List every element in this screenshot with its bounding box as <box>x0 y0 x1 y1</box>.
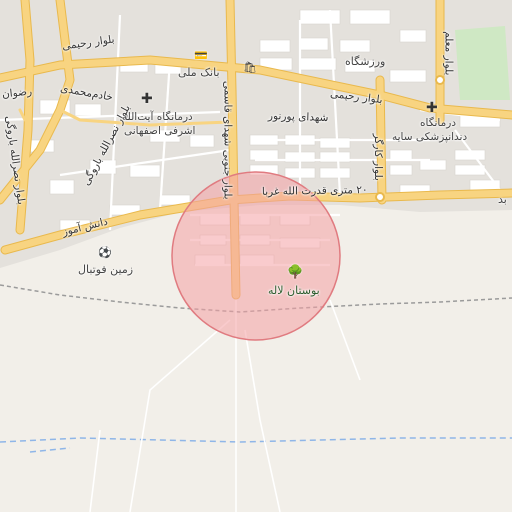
poi-label-bostan-laleh: بوستان لاله <box>268 284 320 297</box>
hospital-icon[interactable]: ✚ <box>141 92 153 106</box>
poi-label-clinic-saye-2: دندانپزشکی سایه <box>392 131 468 143</box>
roundabout <box>375 192 385 202</box>
road-label-karegar: بلوار کارگر <box>371 133 384 181</box>
road-label-shohadaye-pournour: شهدای پورنور <box>267 109 329 125</box>
park-area <box>455 26 510 100</box>
poi-label-clinic-saye-1: درمانگاه <box>420 117 456 129</box>
road-label-qodratollah: ۲۰ متری قدرت الله غربا <box>261 184 368 198</box>
stadium-icon[interactable]: ⚽ <box>98 247 112 258</box>
roundabout <box>435 75 445 85</box>
hospital-icon[interactable]: ✚ <box>426 101 438 115</box>
poi-label-bank-melli: بانک ملی <box>178 66 220 79</box>
road-label-moallem: بلوار معلم <box>442 31 455 76</box>
poi-label-far-east-fragment: بد <box>498 193 507 206</box>
shop-icon[interactable]: 🛍 <box>243 62 257 73</box>
poi-label-clinic-esfahani-1: درمانگاه آیت‌الله <box>122 111 193 123</box>
poi-label-clinic-esfahani-2: اشرفی اصفهانی <box>124 125 196 137</box>
poi-label-football: زمین فوتبال <box>78 263 134 276</box>
boundary-line <box>0 437 512 443</box>
poi-label-varzeshgah: ورزشگاه <box>345 55 386 68</box>
boundary-line-2 <box>29 447 71 453</box>
tree-icon[interactable]: 🌳 <box>287 266 303 279</box>
bank-icon[interactable]: 💳 <box>194 50 208 61</box>
search-radius-circle <box>171 171 341 341</box>
road-label-shahid-ghasemi: بلوار جنوبی شهدای قاسمی <box>221 80 234 200</box>
map-canvas[interactable]: بلوار رحیمی بلوار رحیمی شهدای پورنور ۲۰ … <box>0 0 512 512</box>
map-base <box>0 0 512 512</box>
